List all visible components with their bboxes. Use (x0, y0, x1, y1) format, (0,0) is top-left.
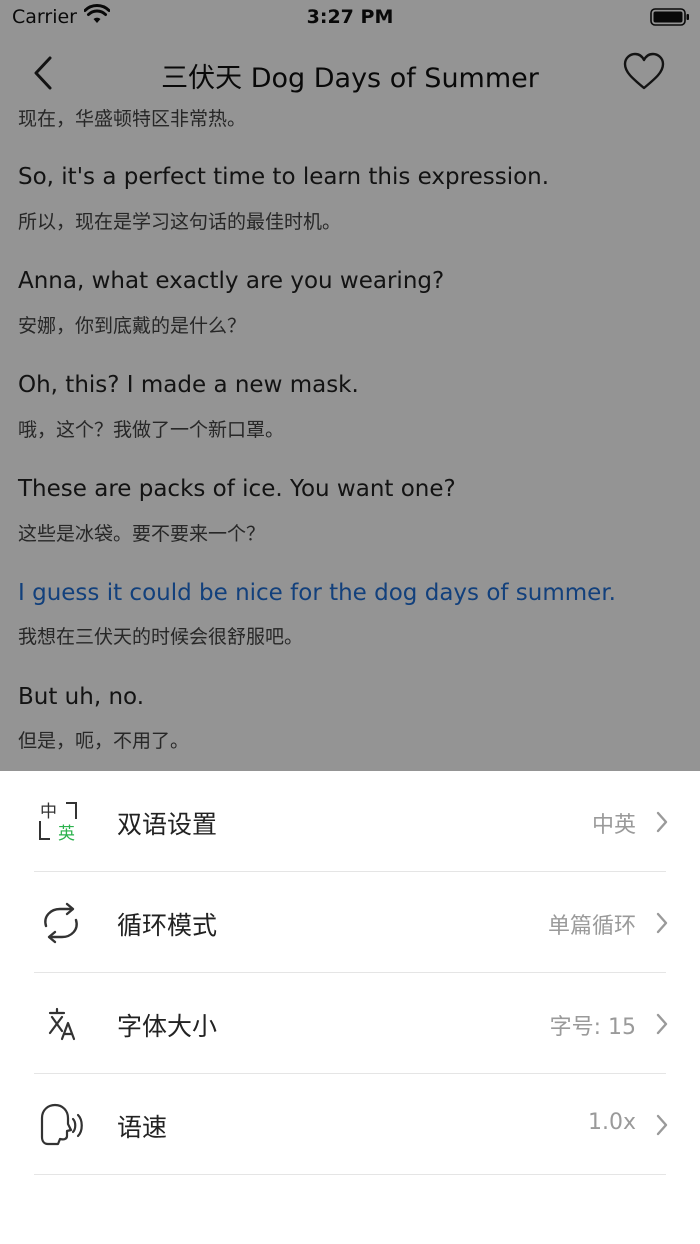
settings-sheet: 中 英 双语设置 中英 循环模式 单篇循环 字体大小 字号: 15 语速 1.0… (0, 771, 700, 1244)
setting-value-loop: 单篇循环 (547, 914, 636, 939)
setting-label-bilingual: 双语设置 (117, 810, 218, 839)
setting-value-bilingual: 中英 (591, 813, 636, 838)
bilingual-icon-bottom: 英 (58, 824, 75, 844)
chevron-right-icon (656, 912, 668, 934)
speech-speed-icon (40, 1103, 83, 1146)
font-size-icon (48, 1007, 76, 1041)
chevron-right-icon (656, 1013, 668, 1035)
setting-label-font-size: 字体大小 (117, 1012, 218, 1041)
chevron-right-icon (656, 1114, 668, 1136)
chevron-right-icon (656, 811, 668, 833)
setting-value-font-size: 字号: 15 (549, 1015, 636, 1040)
divider (34, 1174, 666, 1175)
setting-value-speech-speed: 1.0x (587, 1110, 636, 1135)
setting-row-bilingual[interactable]: 中 英 双语设置 中英 (0, 771, 700, 872)
setting-label-speech-speed: 语速 (117, 1113, 168, 1142)
setting-row-font-size[interactable]: 字体大小 字号: 15 (0, 973, 700, 1074)
loop-icon (44, 902, 78, 944)
setting-label-loop: 循环模式 (117, 911, 218, 940)
dim-overlay[interactable] (0, 0, 700, 771)
bilingual-icon-top: 中 (40, 802, 57, 822)
bilingual-icon: 中 英 (39, 802, 77, 844)
setting-row-speech-speed[interactable]: 语速 1.0x (0, 1074, 700, 1175)
setting-row-loop[interactable]: 循环模式 单篇循环 (0, 872, 700, 973)
